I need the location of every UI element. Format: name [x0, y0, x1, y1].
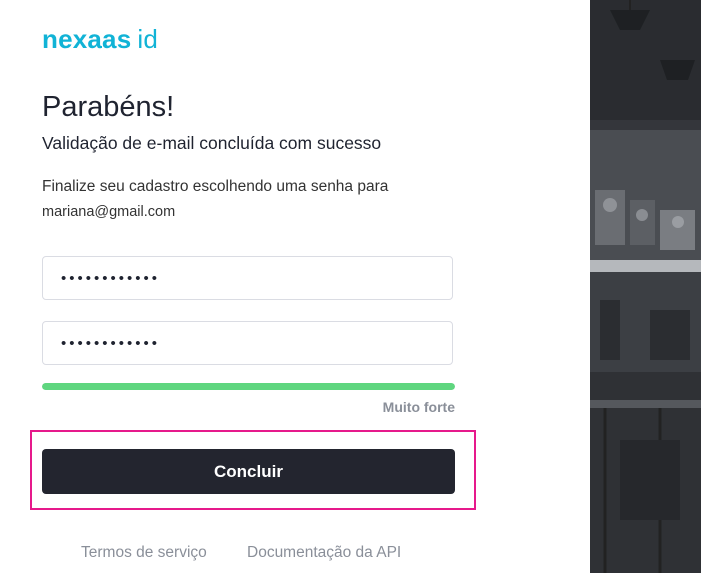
- confirm-password-value: ••••••••••••: [61, 334, 161, 352]
- instructions-text: Finalize seu cadastro escolhendo uma sen…: [42, 178, 389, 195]
- logo-brand-text: nexaas: [42, 24, 132, 54]
- password-strength-bar: [42, 383, 455, 390]
- password-input[interactable]: ••••••••••••: [42, 256, 453, 300]
- background-photo: [590, 0, 701, 573]
- terms-of-service-link[interactable]: Termos de serviço: [81, 544, 207, 562]
- password-strength-label: Muito forte: [382, 399, 455, 415]
- password-value: ••••••••••••: [61, 269, 161, 287]
- page-title: Parabéns!: [42, 91, 175, 123]
- nexaas-id-logo: nexaas id: [42, 24, 158, 55]
- api-docs-link[interactable]: Documentação da API: [247, 544, 401, 562]
- confirm-password-input[interactable]: ••••••••••••: [42, 321, 453, 365]
- password-strength-fill: [42, 383, 455, 390]
- user-email: mariana@gmail.com: [42, 204, 176, 220]
- page-subtitle: Validação de e-mail concluída com sucess…: [42, 133, 382, 153]
- office-photo-illustration: [590, 0, 701, 573]
- logo-suffix-text: id: [137, 24, 159, 54]
- signup-panel: nexaas id Parabéns! Validação de e-mail c…: [0, 0, 590, 573]
- submit-button[interactable]: Concluir: [42, 449, 455, 494]
